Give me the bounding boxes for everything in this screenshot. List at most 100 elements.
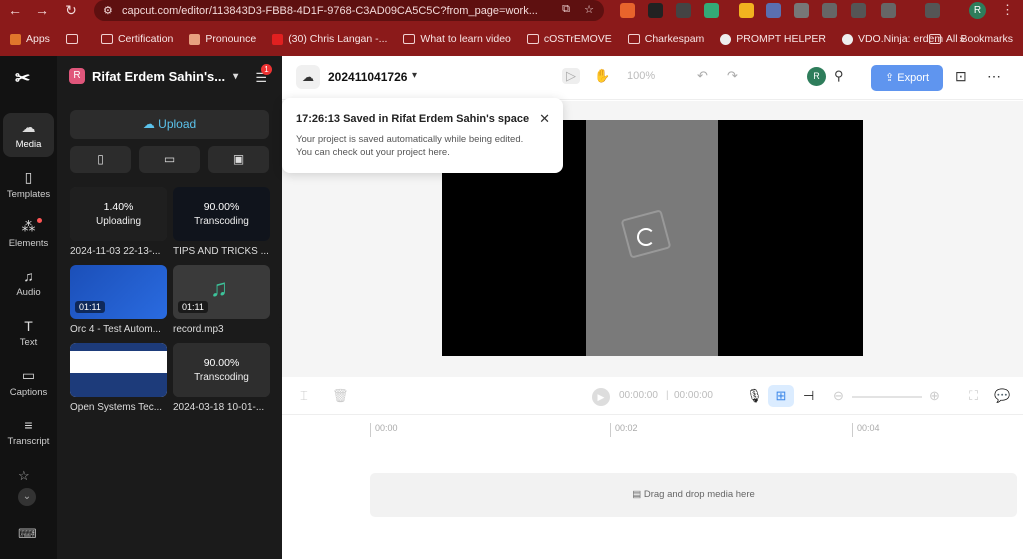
magnet-snap-icon[interactable]: ⊞ — [768, 385, 794, 407]
browser-menu-icon[interactable]: ⋮ — [1001, 2, 1014, 18]
bookmark-link[interactable]: Pronounce — [189, 33, 256, 45]
extension-icon[interactable] — [925, 3, 940, 18]
extension-icon[interactable] — [766, 3, 781, 18]
favicon-icon — [189, 33, 201, 45]
folder-icon — [627, 34, 640, 44]
current-time: 00:00:00 — [619, 390, 658, 401]
extensions-puzzle-icon[interactable] — [881, 3, 896, 18]
bookmark-folder[interactable]: Charkespam — [627, 33, 704, 45]
forward-icon[interactable]: → — [31, 2, 53, 18]
site-info-icon[interactable]: ⚙ — [103, 4, 113, 17]
reload-icon[interactable]: ↻ — [60, 2, 82, 19]
profile-avatar[interactable]: R — [969, 2, 986, 19]
rail-audio[interactable]: ♫ Audio — [3, 262, 54, 306]
zoom-out-icon[interactable]: ⊖ — [833, 388, 844, 404]
media-item[interactable]: 1.40% Uploading — [70, 187, 167, 241]
notification-badge: 1 — [261, 64, 272, 75]
chevron-down-icon[interactable]: ▾ — [412, 70, 417, 81]
browser-chrome: ← → ↻ ⚙ capcut.com/editor/113843D3-FBB8-… — [0, 0, 1023, 56]
all-bookmarks[interactable]: All Bookmarks — [928, 29, 1013, 49]
extension-icon[interactable] — [704, 3, 719, 18]
cloud-save-icon[interactable]: ☁ — [296, 65, 320, 89]
drop-zone[interactable]: ▤ Drag and drop media here — [370, 473, 1017, 517]
apps-grid-icon — [10, 33, 21, 45]
extension-icon[interactable] — [822, 3, 837, 18]
rail-media[interactable]: ☁ Media — [3, 113, 54, 157]
extension-icon[interactable] — [851, 3, 866, 18]
ruler-tick: 00:04 — [852, 423, 880, 437]
extension-icon[interactable] — [648, 3, 663, 18]
hand-tool-icon[interactable]: ✋ — [594, 68, 610, 84]
fit-icon[interactable]: ⛶ — [969, 388, 978, 404]
bookmark-grid[interactable] — [65, 34, 83, 44]
project-name[interactable]: 202411041726 — [328, 70, 407, 84]
bookmark-star-icon[interactable]: ☆ — [584, 3, 594, 16]
rail-elements[interactable]: ⁂ Elements — [3, 212, 54, 256]
rail-captions[interactable]: ▭ Captions — [3, 361, 54, 405]
expand-rail-icon[interactable]: ⌄ — [18, 488, 36, 506]
undo-icon[interactable]: ↶ — [697, 68, 708, 84]
phone-upload-button[interactable]: ▯ — [70, 146, 131, 173]
install-icon[interactable]: ⧉ — [562, 3, 570, 16]
progress-text: 90.00% — [203, 201, 240, 213]
close-icon[interactable]: ✕ — [539, 111, 550, 127]
delete-icon[interactable]: 🗑 — [332, 388, 349, 404]
upload-button[interactable]: ☁ Upload — [70, 110, 269, 139]
bookmark-link[interactable]: (30) Chris Langan -... — [272, 33, 387, 45]
zoom-level[interactable]: 100% — [627, 70, 655, 82]
bookmark-folder[interactable]: Certification — [100, 33, 173, 45]
media-item[interactable]: ♫ 01:11 — [173, 265, 270, 319]
media-caption: record.mp3 — [173, 324, 224, 335]
feedback-icon[interactable]: 💬 — [994, 388, 1010, 404]
export-button[interactable]: ⇪ Export — [871, 65, 943, 91]
duration-badge: 01:11 — [75, 301, 105, 313]
rail-transcript[interactable]: ≡ Transcript — [3, 411, 54, 455]
rail-text[interactable]: T Text — [3, 312, 54, 356]
timeline-ruler: 00:00 00:02 00:04 — [282, 416, 1023, 438]
workspace-name: Rifat Erdem Sahin's... — [92, 68, 226, 84]
extension-icon[interactable] — [739, 3, 754, 18]
zoom-in-icon[interactable]: ⊕ — [929, 388, 940, 404]
extension-icon[interactable] — [794, 3, 809, 18]
grid-icon — [65, 34, 78, 44]
select-tool-icon[interactable]: ▷ — [562, 68, 580, 84]
split-icon[interactable]: ⌶ — [300, 388, 308, 404]
text-icon: T — [24, 318, 33, 334]
bookmark-folder[interactable]: What to learn video — [403, 33, 511, 45]
media-item[interactable]: 01:11 — [70, 265, 167, 319]
screen-record-button[interactable]: ▣ — [208, 146, 269, 173]
workspace-avatar: R — [69, 68, 85, 84]
record-button[interactable]: ▭ — [139, 146, 200, 173]
workspace-selector[interactable]: R Rifat Erdem Sahin's... ▾ — [69, 68, 238, 84]
media-item[interactable] — [70, 343, 167, 397]
url-text: capcut.com/editor/113843D3-FBB8-4D1F-976… — [122, 4, 538, 17]
save-toast: 17:26:13 Saved in Rifat Erdem Sahin's sp… — [282, 98, 563, 173]
music-note-icon: ♫ — [210, 275, 228, 302]
bookmark-link[interactable]: PROMPT HELPER — [720, 33, 826, 45]
bookmark-apps[interactable]: Apps — [10, 33, 50, 45]
media-item[interactable]: 90.00% Transcoding — [173, 343, 270, 397]
present-icon[interactable]: ⊡ — [955, 68, 967, 85]
bookmark-folder[interactable]: cOSTrEMOVE — [526, 33, 612, 45]
address-bar[interactable]: ⚙ capcut.com/editor/113843D3-FBB8-4D1F-9… — [94, 0, 604, 21]
extension-icon[interactable] — [620, 3, 635, 18]
rail-templates[interactable]: ▯ Templates — [3, 163, 54, 207]
youtube-icon — [272, 33, 284, 45]
redo-icon[interactable]: ↷ — [727, 68, 738, 84]
editor-topbar: ☁ 202411041726 ▾ ▷ ✋ 100% ↶ ↷ R ⚲ ⇪ Expo… — [282, 56, 1023, 100]
effects-icon[interactable]: ☆ — [18, 468, 30, 484]
extension-icon[interactable] — [676, 3, 691, 18]
add-user-icon[interactable]: ⚲ — [834, 68, 844, 84]
capcut-logo[interactable]: ✂ — [15, 68, 30, 89]
export-icon: ⇪ — [884, 72, 898, 84]
back-icon[interactable]: ← — [4, 2, 26, 18]
media-item[interactable]: 90.00% Transcoding — [173, 187, 270, 241]
play-button[interactable]: ▶ — [592, 388, 610, 406]
zoom-slider[interactable] — [852, 396, 922, 398]
more-icon[interactable]: ⋯ — [987, 68, 1001, 85]
keyboard-shortcuts-icon[interactable]: ⌨ — [18, 526, 37, 542]
microphone-icon[interactable]: 🎙 — [746, 388, 763, 404]
music-icon: ♫ — [23, 268, 34, 284]
toast-line-2[interactable]: You can check out your project here. — [296, 147, 450, 158]
split-scene-icon[interactable]: ⊣ — [803, 388, 814, 404]
